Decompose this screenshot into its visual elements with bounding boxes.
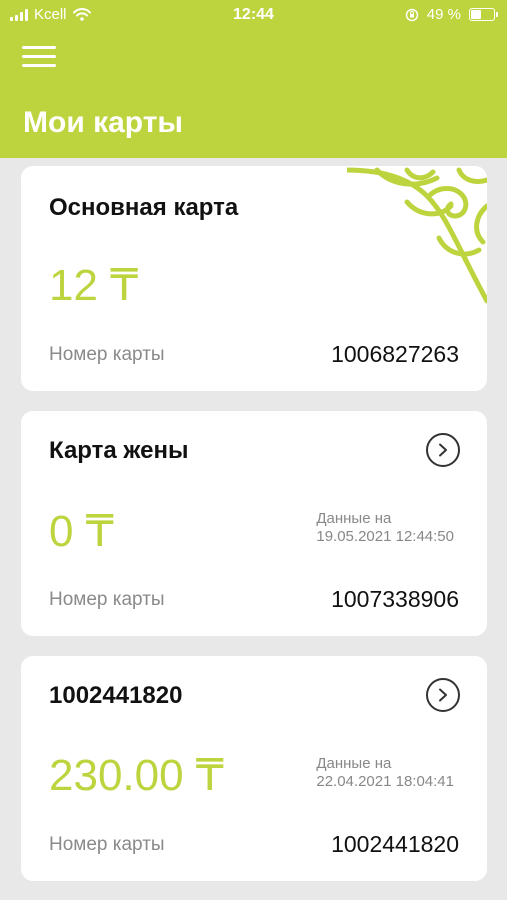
card-number: 1002441820 bbox=[331, 831, 459, 857]
data-label: Данные на bbox=[316, 755, 392, 772]
card-balance: 0 ₸ bbox=[49, 507, 114, 556]
orientation-lock-icon bbox=[405, 8, 419, 21]
card-details-button[interactable] bbox=[426, 433, 460, 467]
card-main[interactable]: Основная карта 12 ₸ Номер карты 10068272… bbox=[21, 166, 487, 391]
data-label: Данные на bbox=[316, 510, 392, 527]
status-bar: Kcell 12:44 49 % bbox=[0, 0, 507, 30]
data-timestamp: Данные на 19.05.2021 12:44:50 bbox=[316, 510, 454, 546]
menu-button[interactable] bbox=[22, 44, 58, 70]
card-extra[interactable]: 1002441820 230.00 ₸ Данные на 22.04.2021… bbox=[21, 656, 487, 881]
data-timestamp: Данные на 22.04.2021 18:04:41 bbox=[316, 755, 454, 791]
card-number: 1007338906 bbox=[331, 586, 459, 612]
battery-icon bbox=[469, 8, 498, 21]
card-number-label: Номер карты bbox=[49, 589, 165, 610]
ornament-decoration bbox=[347, 167, 487, 304]
card-number: 1006827263 bbox=[331, 341, 459, 367]
card-details-button[interactable] bbox=[426, 678, 460, 712]
card-number-label: Номер карты bbox=[49, 344, 165, 365]
menu-icon-bar bbox=[22, 55, 56, 58]
battery-percent: 49 % bbox=[426, 6, 461, 23]
data-time: 19.05.2021 12:44:50 bbox=[316, 528, 454, 545]
data-time: 22.04.2021 18:04:41 bbox=[316, 773, 454, 790]
card-number-label: Номер карты bbox=[49, 834, 165, 855]
card-title: 1002441820 bbox=[49, 682, 183, 709]
hamburger-menu-icon bbox=[22, 46, 56, 49]
card-title: Карта жены bbox=[49, 437, 189, 464]
chevron-right-icon bbox=[439, 443, 447, 457]
app-header: Kcell 12:44 49 % Мои карты bbox=[0, 0, 507, 158]
page-title: Мои карты bbox=[23, 106, 184, 139]
card-balance: 230.00 ₸ bbox=[49, 751, 224, 800]
chevron-right-icon bbox=[439, 688, 447, 702]
battery-level bbox=[471, 10, 482, 19]
card-wife[interactable]: Карта жены 0 ₸ Данные на 19.05.2021 12:4… bbox=[21, 411, 487, 636]
card-title: Основная карта bbox=[49, 194, 239, 221]
status-bar-right: 49 % bbox=[405, 6, 498, 23]
card-balance: 12 ₸ bbox=[49, 261, 139, 310]
menu-icon-bar bbox=[22, 64, 56, 67]
